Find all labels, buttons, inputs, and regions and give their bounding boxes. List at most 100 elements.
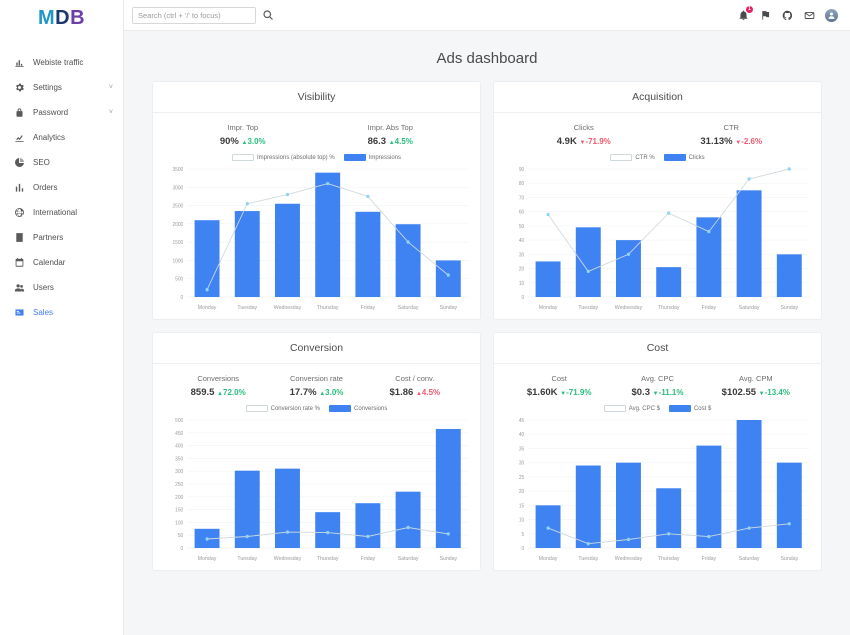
gears-icon — [13, 82, 25, 93]
stat-cost: Cost$1.60K ▼-71.9% — [510, 374, 608, 398]
legend-item[interactable]: Avg. CPC $ — [604, 405, 660, 412]
search-icon[interactable] — [262, 9, 274, 21]
legend-item[interactable]: Clicks — [664, 154, 705, 161]
sidebar-item-sales[interactable]: Sales — [0, 300, 123, 325]
bar-chart-icon — [13, 57, 25, 68]
data-point — [286, 530, 289, 533]
cards-grid: VisibilityImpr. Top90% ▲3.0%Impr. Abs To… — [124, 81, 850, 571]
github-icon[interactable] — [781, 9, 793, 21]
svg-text:Friday: Friday — [361, 305, 376, 311]
stat-label: Avg. CPC — [608, 374, 706, 383]
chart-legend: Conversion rate % Conversions — [159, 405, 474, 412]
bar — [616, 463, 641, 548]
svg-text:70: 70 — [519, 195, 525, 201]
legend-item[interactable]: Impressions (absolute top) % — [232, 154, 335, 161]
legend-label: Cost $ — [694, 406, 711, 412]
chart-bars-icon — [13, 182, 25, 193]
data-point — [547, 213, 550, 216]
sidebar-item-seo[interactable]: SEO — [0, 150, 123, 175]
svg-text:Monday: Monday — [539, 305, 558, 311]
svg-text:0: 0 — [181, 295, 184, 301]
stat-number: $0.3 — [631, 387, 650, 398]
bar — [436, 260, 461, 297]
stat-value: $1.86 ▲4.5% — [366, 387, 464, 398]
data-point — [246, 535, 249, 538]
svg-text:50: 50 — [178, 533, 184, 539]
sidebar-item-label: Sales — [33, 308, 113, 317]
sidebar-item-label: Password — [33, 108, 101, 117]
svg-text:Thursday: Thursday — [658, 305, 680, 311]
search-input[interactable] — [132, 7, 256, 24]
stat-delta: ▼-71.9% — [579, 137, 610, 146]
sidebar-item-settings[interactable]: Settings˅ — [0, 75, 123, 100]
card-conversion: ConversionConversions859.5 ▲72.0%Convers… — [152, 332, 481, 571]
flag-icon[interactable] — [759, 9, 771, 21]
envelope-icon[interactable] — [803, 9, 815, 21]
legend-item[interactable]: Impressions — [344, 154, 401, 161]
stat-number: 90% — [220, 136, 239, 147]
main-area: 1 — [124, 0, 850, 635]
bar — [355, 503, 380, 548]
legend-label: CTR % — [635, 155, 654, 161]
stat-avg-cpm: Avg. CPM$102.55 ▼-13.4% — [707, 374, 805, 398]
svg-text:350: 350 — [175, 456, 183, 462]
data-point — [447, 273, 450, 276]
logo-letter-d: D — [55, 7, 70, 29]
logo-letter-m: M — [38, 7, 55, 29]
legend-swatch-line-icon — [232, 154, 254, 161]
svg-text:Tuesday: Tuesday — [578, 305, 598, 311]
stat-label: Avg. CPM — [707, 374, 805, 383]
sidebar-item-label: Calendar — [33, 258, 113, 267]
sidebar-item-orders[interactable]: Orders — [0, 175, 123, 200]
delta-value: -2.6% — [741, 137, 762, 146]
card-body: Cost$1.60K ▼-71.9%Avg. CPC$0.3 ▼-11.1%Av… — [494, 364, 821, 570]
legend-label: Avg. CPC $ — [629, 406, 660, 412]
legend-swatch-line-icon — [610, 154, 632, 161]
legend-item[interactable]: Conversions — [329, 405, 387, 412]
bell-icon[interactable]: 1 — [737, 9, 749, 21]
data-point — [587, 270, 590, 273]
sidebar-item-label: International — [33, 208, 113, 217]
data-point — [326, 531, 329, 534]
stat-number: $1.60K — [527, 387, 558, 398]
data-point — [447, 532, 450, 535]
stat-number: 86.3 — [368, 136, 387, 147]
svg-text:0: 0 — [522, 295, 525, 301]
chart-legend: CTR % Clicks — [500, 154, 815, 161]
legend-item[interactable]: Cost $ — [669, 405, 711, 412]
avatar[interactable] — [825, 9, 838, 22]
stat-delta: ▲4.5% — [389, 137, 413, 146]
svg-text:50: 50 — [519, 224, 525, 230]
svg-text:100: 100 — [175, 520, 183, 526]
svg-text:Sunday: Sunday — [439, 305, 457, 311]
bar — [355, 212, 380, 297]
sidebar-item-partners[interactable]: Partners — [0, 225, 123, 250]
sidebar-item-users[interactable]: Users — [0, 275, 123, 300]
legend-item[interactable]: Conversion rate % — [246, 405, 320, 412]
stat-value: 859.5 ▲72.0% — [169, 387, 267, 398]
chevron-down-icon[interactable]: ˅ — [109, 84, 113, 91]
card-body: Clicks4.9K ▼-71.9%CTR31.13% ▼-2.6%CTR %C… — [494, 113, 821, 319]
brand-logo[interactable]: MDB — [0, 0, 123, 36]
sidebar-item-password[interactable]: Password ˅ — [0, 100, 123, 125]
svg-text:Wednesday: Wednesday — [274, 556, 302, 562]
sidebar-item-international[interactable]: International — [0, 200, 123, 225]
bar — [696, 446, 721, 548]
sidebar-item-calendar[interactable]: Calendar — [0, 250, 123, 275]
svg-text:Tuesday: Tuesday — [237, 556, 257, 562]
search-box — [132, 7, 274, 24]
card-body: Impr. Top90% ▲3.0%Impr. Abs Top86.3 ▲4.5… — [153, 113, 480, 319]
legend-item[interactable]: CTR % — [610, 154, 654, 161]
svg-text:45: 45 — [519, 418, 525, 424]
chevron-down-icon[interactable]: ˅ — [109, 109, 113, 116]
bar — [235, 211, 260, 297]
stat-value: $0.3 ▼-11.1% — [608, 387, 706, 398]
bar — [696, 217, 721, 297]
sidebar-item-analytics[interactable]: Analytics — [0, 125, 123, 150]
sidebar-item-webiste-traffic[interactable]: Webiste traffic — [0, 50, 123, 75]
data-point — [667, 211, 670, 214]
data-point — [627, 538, 630, 541]
topbar: 1 — [124, 0, 850, 31]
data-point — [286, 193, 289, 196]
users-icon — [13, 282, 25, 293]
